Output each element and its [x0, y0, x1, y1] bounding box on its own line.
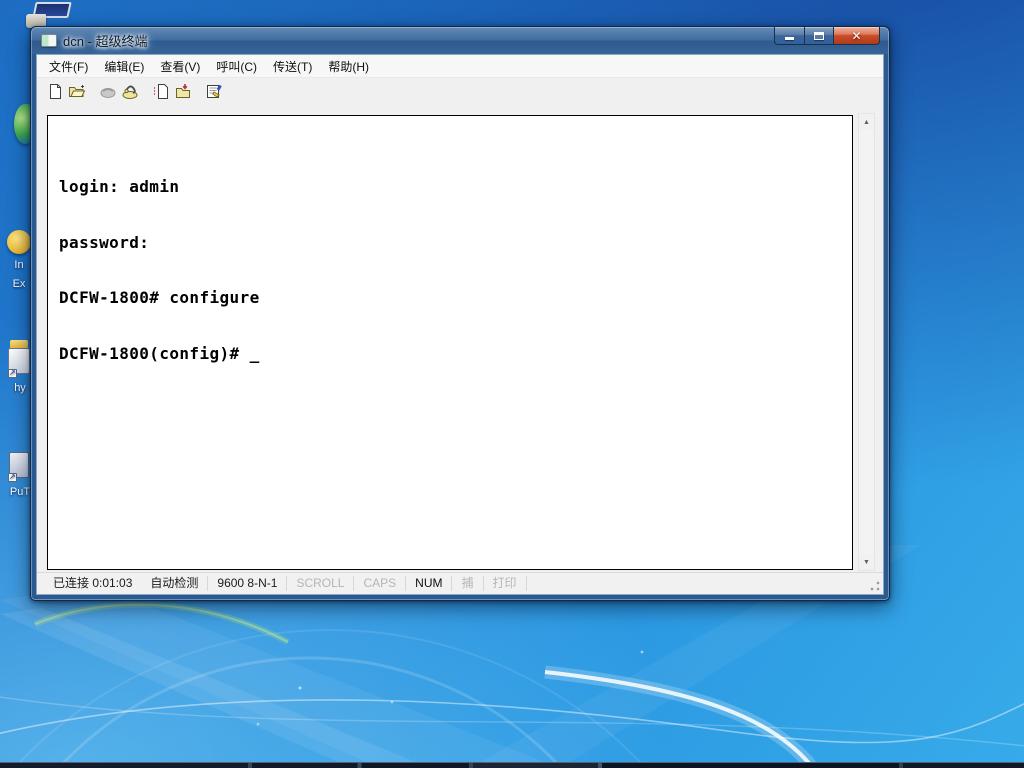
- status-caps: CAPS: [354, 576, 407, 591]
- hyperterminal-window[interactable]: dcn - 超级终端 ✕ 文件(F) 编辑(E) 查看(V) 呼叫(C) 传送(…: [30, 26, 890, 601]
- close-button[interactable]: ✕: [833, 26, 880, 45]
- resize-grip[interactable]: [870, 581, 880, 591]
- send-file-button[interactable]: [150, 81, 172, 102]
- status-capture: 捕: [452, 576, 484, 591]
- scroll-up-arrow-icon[interactable]: ▲: [859, 114, 874, 130]
- terminal-screen[interactable]: login: admin password: DCFW-1800# config…: [47, 115, 853, 570]
- minimize-button[interactable]: [774, 26, 804, 45]
- menu-edit[interactable]: 编辑(E): [96, 55, 152, 78]
- disconnect-icon: [122, 85, 138, 99]
- send-file-icon: [154, 84, 168, 99]
- maximize-icon: [814, 31, 824, 40]
- hyperterminal-icon: [8, 340, 32, 378]
- minimize-icon: [785, 37, 794, 40]
- status-print: 打印: [484, 576, 527, 591]
- menu-call[interactable]: 呼叫(C): [208, 55, 265, 78]
- vertical-scrollbar[interactable]: ▲ ▼: [858, 113, 875, 571]
- terminal-line: login: admin: [59, 177, 180, 196]
- putty-icon: [8, 452, 32, 482]
- close-icon: ✕: [851, 28, 862, 43]
- terminal-client-area: login: admin password: DCFW-1800# config…: [37, 105, 883, 572]
- menu-view[interactable]: 查看(V): [152, 55, 208, 78]
- shortcut-arrow-icon: [8, 472, 17, 482]
- menu-help[interactable]: 帮助(H): [320, 55, 377, 78]
- window-content: 文件(F) 编辑(E) 查看(V) 呼叫(C) 传送(T) 帮助(H) logi…: [36, 54, 884, 595]
- status-scroll: SCROLL: [287, 576, 355, 591]
- properties-button[interactable]: [203, 81, 225, 102]
- open-button[interactable]: [66, 81, 88, 102]
- receive-file-button[interactable]: [172, 81, 194, 102]
- menu-file[interactable]: 文件(F): [41, 55, 96, 78]
- disconnect-button[interactable]: [119, 81, 141, 102]
- internet-explorer-icon: [7, 230, 31, 254]
- receive-file-icon: [176, 84, 190, 98]
- status-num: NUM: [406, 576, 453, 591]
- window-title: dcn - 超级终端: [63, 34, 148, 49]
- statusbar: 已连接 0:01:03 自动检测 9600 8-N-1 SCROLL CAPS …: [37, 572, 883, 594]
- menubar: 文件(F) 编辑(E) 查看(V) 呼叫(C) 传送(T) 帮助(H): [37, 55, 883, 78]
- call-icon-disabled: [100, 88, 116, 98]
- window-controls: ✕: [774, 26, 880, 45]
- terminal-line: DCFW-1800(config)# _: [59, 343, 260, 363]
- maximize-button[interactable]: [804, 26, 833, 45]
- new-connection-icon: [49, 84, 61, 99]
- call-button[interactable]: [97, 81, 119, 102]
- hyperterminal-app-icon: [41, 34, 57, 47]
- scroll-down-arrow-icon[interactable]: ▼: [859, 554, 874, 570]
- new-connection-button[interactable]: [44, 81, 66, 102]
- taskbar-edge[interactable]: [0, 762, 1024, 768]
- open-icon: [69, 85, 86, 97]
- toolbar: [37, 78, 883, 105]
- terminal-line: DCFW-1800# configure: [59, 288, 260, 307]
- status-autodetect: 自动检测: [141, 576, 209, 591]
- terminal-line: password:: [59, 232, 150, 252]
- properties-icon: [207, 84, 222, 98]
- shortcut-arrow-icon: [8, 368, 17, 378]
- menu-transfer[interactable]: 传送(T): [265, 55, 320, 78]
- titlebar[interactable]: dcn - 超级终端 ✕: [31, 26, 889, 54]
- status-connected: 已连接 0:01:03: [53, 576, 133, 590]
- status-baud: 9600 8-N-1: [208, 576, 288, 591]
- desktop: In Ex hy PuT dcn - 超级终端 ✕: [0, 0, 1024, 768]
